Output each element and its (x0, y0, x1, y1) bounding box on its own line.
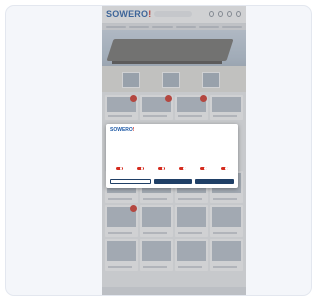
cookie-toggle[interactable] (179, 166, 187, 170)
cookie-accept-selection-button[interactable] (153, 179, 193, 184)
cookie-category (131, 153, 149, 175)
screenshot-card: SOWERO! SOWERO! (5, 5, 312, 296)
cookie-settings-button[interactable] (110, 179, 151, 184)
cookie-category (110, 153, 128, 175)
cookie-category-label (110, 153, 128, 157)
cookie-category (152, 153, 170, 175)
cookie-actions (110, 179, 235, 184)
cookie-dialog-logo: SOWERO! (110, 127, 134, 133)
cookie-accept-all-button[interactable] (195, 179, 235, 184)
cookie-toggle[interactable] (115, 166, 123, 170)
cookie-toggle[interactable] (136, 166, 144, 170)
cookie-category-label (195, 153, 213, 157)
cookie-category-label (152, 153, 170, 157)
cookie-category-label (216, 153, 234, 157)
cookie-category (195, 153, 213, 175)
cookie-toggle[interactable] (200, 166, 208, 170)
cookie-category-label (131, 153, 149, 157)
cookie-toggle[interactable] (157, 166, 165, 170)
cookie-categories (110, 153, 234, 175)
cookie-category (216, 153, 234, 175)
cookie-consent-dialog: SOWERO! (106, 124, 238, 188)
cookie-toggle[interactable] (221, 166, 229, 170)
cookie-category-label (174, 153, 192, 157)
cookie-logo-text: SOWERO (110, 127, 133, 133)
cookie-dialog-text (110, 139, 234, 149)
cookie-logo-accent: ! (132, 127, 135, 133)
cookie-category (174, 153, 192, 175)
